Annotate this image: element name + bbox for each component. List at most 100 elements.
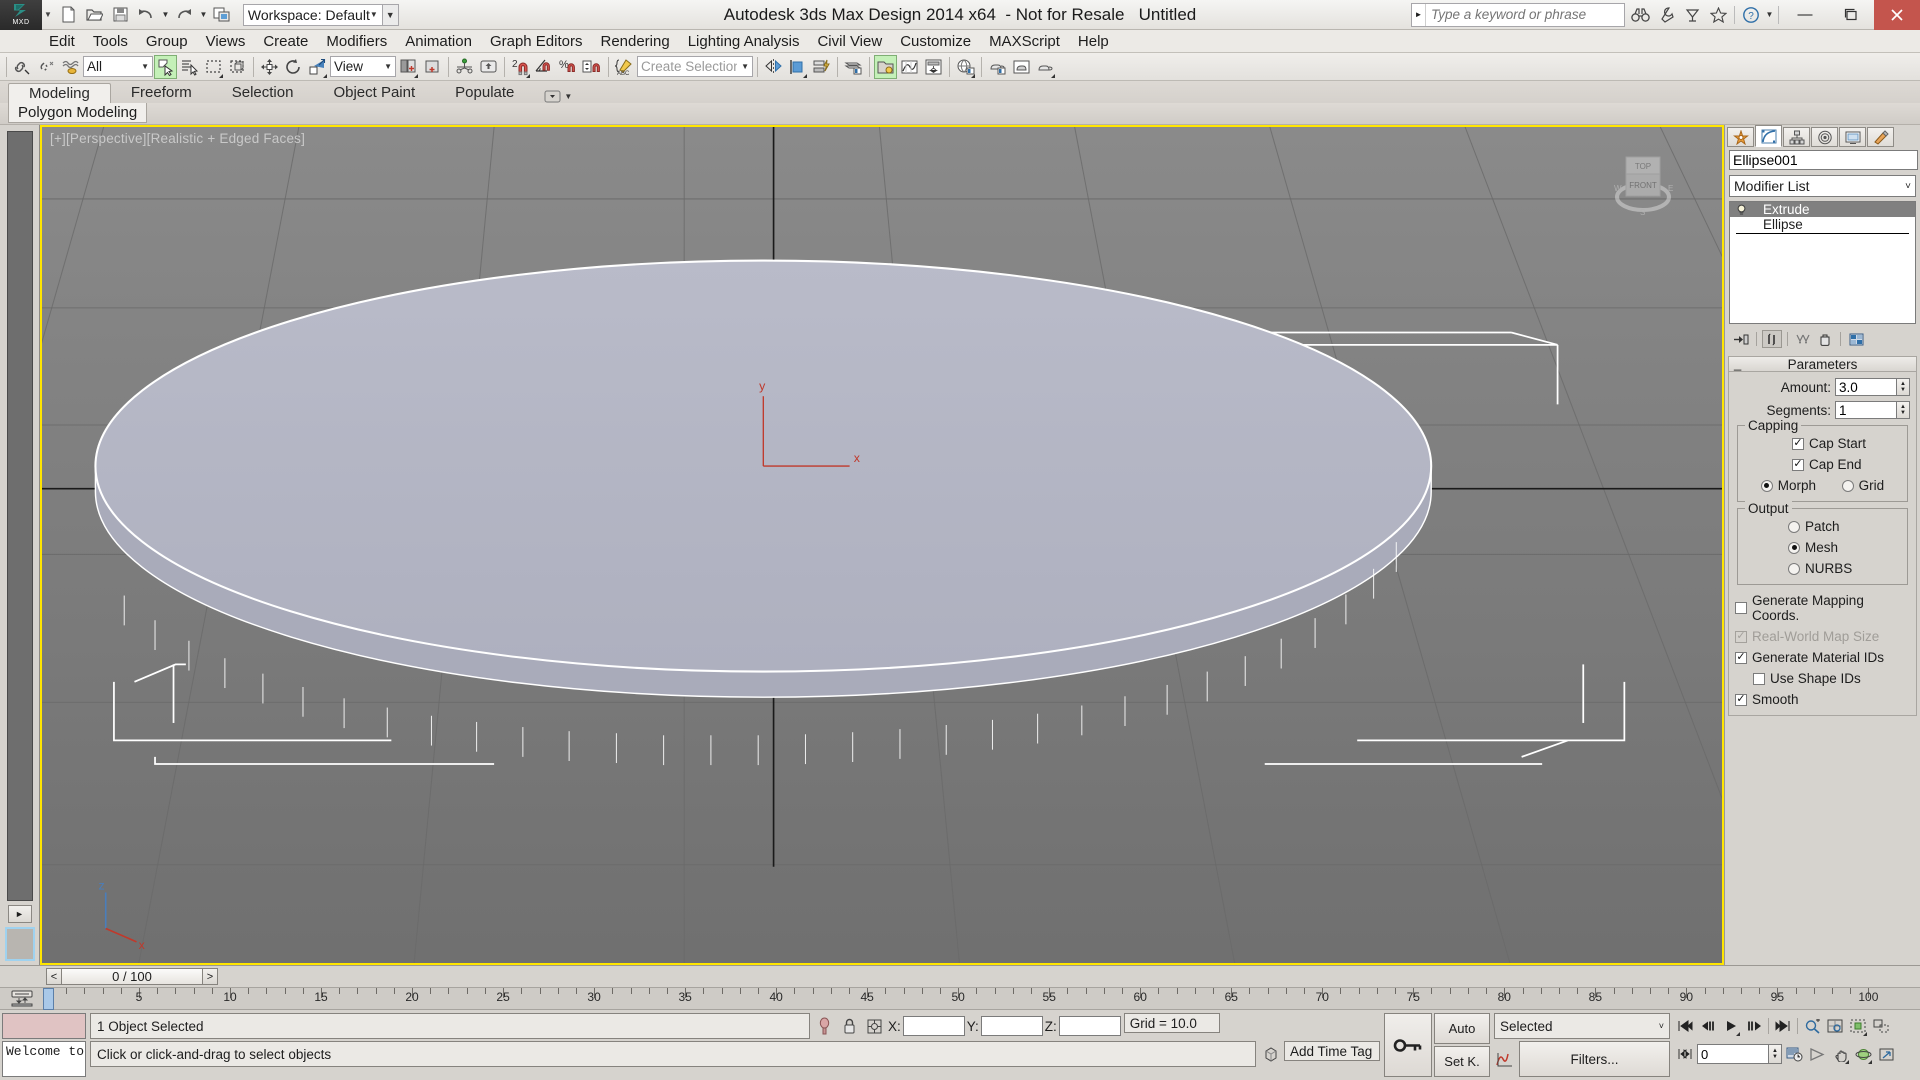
undo-dropdown-caret-icon[interactable]: ▼	[160, 3, 171, 27]
previous-frame-icon[interactable]	[1697, 1015, 1719, 1037]
filters-button[interactable]: Filters...	[1519, 1041, 1670, 1077]
segments-spinner[interactable]: ▲▼	[1835, 401, 1910, 419]
absolute-relative-transform-icon[interactable]	[863, 1013, 885, 1039]
layer-manager-icon[interactable]	[810, 55, 833, 79]
ribbon-tab-selection[interactable]: Selection	[212, 83, 314, 103]
menu-item-rendering[interactable]: Rendering	[591, 31, 678, 52]
activeshade-icon[interactable]	[1034, 55, 1057, 79]
morph-radio[interactable]	[1760, 479, 1773, 492]
select-and-move-icon[interactable]	[258, 55, 281, 79]
menu-item-maxscript[interactable]: MAXScript	[980, 31, 1069, 52]
parameters-rollout-header[interactable]: _ Parameters	[1729, 357, 1916, 372]
redo-dropdown-caret-icon[interactable]: ▼	[198, 3, 209, 27]
hierarchy-tab[interactable]	[1783, 127, 1810, 147]
spinner-snap-toggle-icon[interactable]	[581, 55, 604, 79]
edit-named-selection-sets-icon[interactable]: ABC	[613, 55, 636, 79]
set-key-button[interactable]: Set K.	[1434, 1046, 1490, 1077]
key-filter-combo[interactable]: Selected ˅	[1494, 1013, 1670, 1039]
smooth-checkbox[interactable]: ✓	[1735, 693, 1747, 706]
ribbon-panel-polygon-modeling[interactable]: Polygon Modeling	[8, 103, 148, 123]
go-to-end-icon[interactable]	[1772, 1015, 1794, 1037]
command-panel-rollouts[interactable]: _ Parameters Amount: ▲▼ Segments:	[1725, 354, 1920, 965]
mirror-icon[interactable]	[762, 55, 785, 79]
ribbon-tab-modeling[interactable]: Modeling	[8, 83, 111, 103]
perspective-viewport[interactable]: y x z x	[42, 127, 1722, 965]
reference-coordinate-system-combo[interactable]: View ▼	[330, 56, 396, 77]
cap-end-row[interactable]: ✓ Cap End	[1744, 457, 1901, 472]
search-input[interactable]	[1426, 3, 1624, 26]
object-name-input[interactable]	[1729, 150, 1918, 170]
menu-item-create[interactable]: Create	[254, 31, 317, 52]
help-dropdown-caret-icon[interactable]: ▼	[1764, 3, 1775, 27]
pin-stack-icon[interactable]	[1731, 330, 1751, 348]
menu-item-modifiers[interactable]: Modifiers	[317, 31, 396, 52]
cap-start-row[interactable]: ✓ Cap Start	[1744, 436, 1901, 451]
go-to-start-icon[interactable]	[1674, 1015, 1696, 1037]
z-field[interactable]	[1058, 1016, 1121, 1036]
menu-item-help[interactable]: Help	[1069, 31, 1118, 52]
cap-end-checkbox[interactable]: ✓	[1792, 458, 1804, 471]
menu-item-graph-editors[interactable]: Graph Editors	[481, 31, 592, 52]
time-slider-prev-button[interactable]: <	[46, 968, 62, 985]
workspace-dropdown-button[interactable]: ▼	[382, 3, 399, 26]
auto-key-button[interactable]: Auto	[1434, 1013, 1490, 1044]
generate-material-ids-checkbox[interactable]: ✓	[1735, 651, 1747, 664]
snaps-toggle-icon[interactable]: 2	[509, 55, 532, 79]
add-time-tag-button[interactable]: Add Time Tag	[1284, 1041, 1380, 1061]
motion-tab[interactable]	[1811, 127, 1838, 147]
menu-item-lighting-analysis[interactable]: Lighting Analysis	[679, 31, 809, 52]
select-and-rotate-icon[interactable]	[282, 55, 305, 79]
segments-input[interactable]	[1835, 401, 1897, 419]
cap-start-checkbox[interactable]: ✓	[1792, 437, 1804, 450]
modifier-stack-item-extrude[interactable]: Extrude	[1730, 202, 1915, 217]
undo-icon[interactable]	[134, 3, 159, 27]
star-icon[interactable]	[1705, 2, 1731, 28]
key-mode-icon[interactable]	[1674, 1043, 1696, 1065]
left-strip-expand-button[interactable]: ►	[7, 905, 32, 923]
orbit-icon[interactable]	[1852, 1043, 1874, 1065]
select-and-manipulate-icon[interactable]	[421, 55, 444, 79]
mesh-radio-row[interactable]: Mesh	[1744, 540, 1901, 555]
ribbon-options-button[interactable]: ▼	[544, 90, 572, 103]
viewcube[interactable]: W E S TOP FRONT	[1606, 149, 1680, 219]
material-editor-icon[interactable]	[874, 54, 897, 79]
pan-view-icon[interactable]	[1829, 1043, 1851, 1065]
minimize-button[interactable]: —	[1782, 0, 1828, 30]
help-icon[interactable]: ?	[1738, 2, 1764, 28]
current-frame-input[interactable]	[1697, 1044, 1769, 1064]
modifier-stack-item-ellipse[interactable]: Ellipse	[1730, 217, 1915, 232]
menu-item-group[interactable]: Group	[137, 31, 197, 52]
maxscript-mini-listener[interactable]: Welcome to	[0, 1010, 88, 1080]
modifier-stack[interactable]: Extrude Ellipse	[1729, 201, 1916, 324]
new-file-icon[interactable]	[56, 3, 81, 27]
modifier-list-dropdown[interactable]: Modifier List ˅	[1729, 175, 1916, 197]
generate-material-ids-row[interactable]: ✓ Generate Material IDs	[1735, 650, 1910, 665]
maxscript-input-line[interactable]	[2, 1013, 86, 1039]
use-center-flyout-icon[interactable]	[397, 55, 420, 79]
x-field[interactable]	[902, 1016, 965, 1036]
grid-radio[interactable]	[1841, 479, 1854, 492]
maxscript-output-line[interactable]: Welcome to	[2, 1041, 86, 1077]
current-frame-spinner[interactable]: ▲▼	[1697, 1044, 1782, 1064]
render-production-icon[interactable]	[986, 55, 1009, 79]
utilities-tab[interactable]	[1867, 127, 1894, 147]
toggle-scene-explorer-icon[interactable]	[842, 55, 865, 79]
save-file-icon[interactable]	[108, 3, 133, 27]
lock-selection-icon[interactable]	[838, 1013, 860, 1039]
search-box[interactable]: ►	[1411, 2, 1625, 27]
configure-modifier-sets-icon[interactable]	[1846, 330, 1866, 348]
open-mini-curve-editor-icon[interactable]	[0, 988, 44, 1009]
bind-to-space-warp-icon[interactable]	[59, 55, 82, 79]
nurbs-radio[interactable]	[1788, 562, 1800, 575]
current-frame-spin-buttons[interactable]: ▲ ▼	[1769, 1044, 1782, 1064]
close-button[interactable]	[1874, 0, 1920, 30]
window-crossing-icon[interactable]	[226, 55, 249, 79]
isolate-selection-icon[interactable]	[813, 1013, 835, 1039]
nurbs-radio-row[interactable]: NURBS	[1744, 561, 1901, 576]
menu-item-views[interactable]: Views	[197, 31, 255, 52]
select-object-icon[interactable]	[154, 54, 177, 79]
use-shape-ids-checkbox[interactable]	[1753, 672, 1765, 685]
amount-spinner[interactable]: ▲▼	[1835, 378, 1910, 396]
zoom-extents-icon[interactable]	[1847, 1015, 1869, 1037]
named-selection-sets-combo[interactable]: Create Selection Se ▼	[637, 56, 753, 77]
